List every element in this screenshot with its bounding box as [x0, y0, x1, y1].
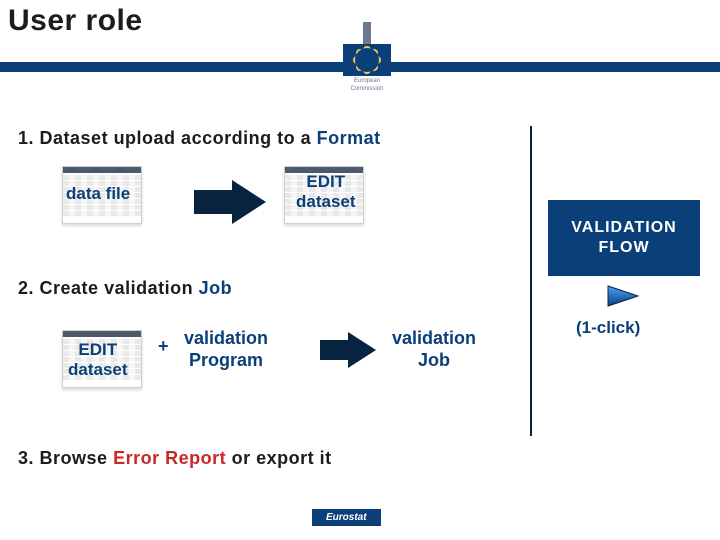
ec-logo: European Commission: [332, 22, 402, 92]
section-2-heading: 2. Create validation Job: [18, 278, 232, 299]
edit-dataset-label-1: EDIT dataset: [296, 172, 356, 211]
validation-program-label: validation Program: [184, 328, 268, 371]
sec2-pre: Create validation: [40, 278, 199, 298]
sec1-num: 1.: [18, 128, 34, 148]
validation-flow-l1: VALIDATION: [571, 219, 676, 236]
play-icon: [606, 284, 640, 308]
one-click-label: (1-click): [576, 318, 640, 338]
section-3-heading: 3. Browse Error Report or export it: [18, 448, 332, 469]
sec1-pre: Dataset upload according to a: [40, 128, 317, 148]
sec3-accent: Error Report: [113, 448, 226, 468]
vertical-divider: [530, 126, 532, 436]
sec3-pre: Browse: [40, 448, 114, 468]
data-file-label: data file: [66, 184, 130, 204]
arrow-right-icon-2: [348, 332, 376, 368]
edit-dataset-label-2: EDIT dataset: [68, 340, 128, 379]
page-title: User role: [8, 4, 143, 38]
sec1-accent: Format: [317, 128, 381, 148]
validation-flow-l2: FLOW: [598, 239, 649, 256]
section-1-heading: 1. Dataset upload according to a Format: [18, 128, 381, 149]
logo-caption-bottom: Commission: [350, 86, 383, 92]
sec2-num: 2.: [18, 278, 34, 298]
eu-flag-icon: [343, 44, 391, 76]
validation-flow-box: VALIDATION FLOW: [548, 200, 700, 276]
sec3-post: or export it: [226, 448, 332, 468]
sec2-accent: Job: [199, 278, 233, 298]
plus-sign: +: [158, 336, 169, 358]
slide-root: User role European Commission VALIDATION…: [0, 0, 720, 540]
footer-eurostat: Eurostat: [312, 509, 381, 526]
validation-job-label: validation Job: [392, 328, 476, 371]
logo-caption-top: European: [354, 78, 380, 84]
sec3-num: 3.: [18, 448, 34, 468]
arrow-right-icon-1: [232, 180, 266, 224]
